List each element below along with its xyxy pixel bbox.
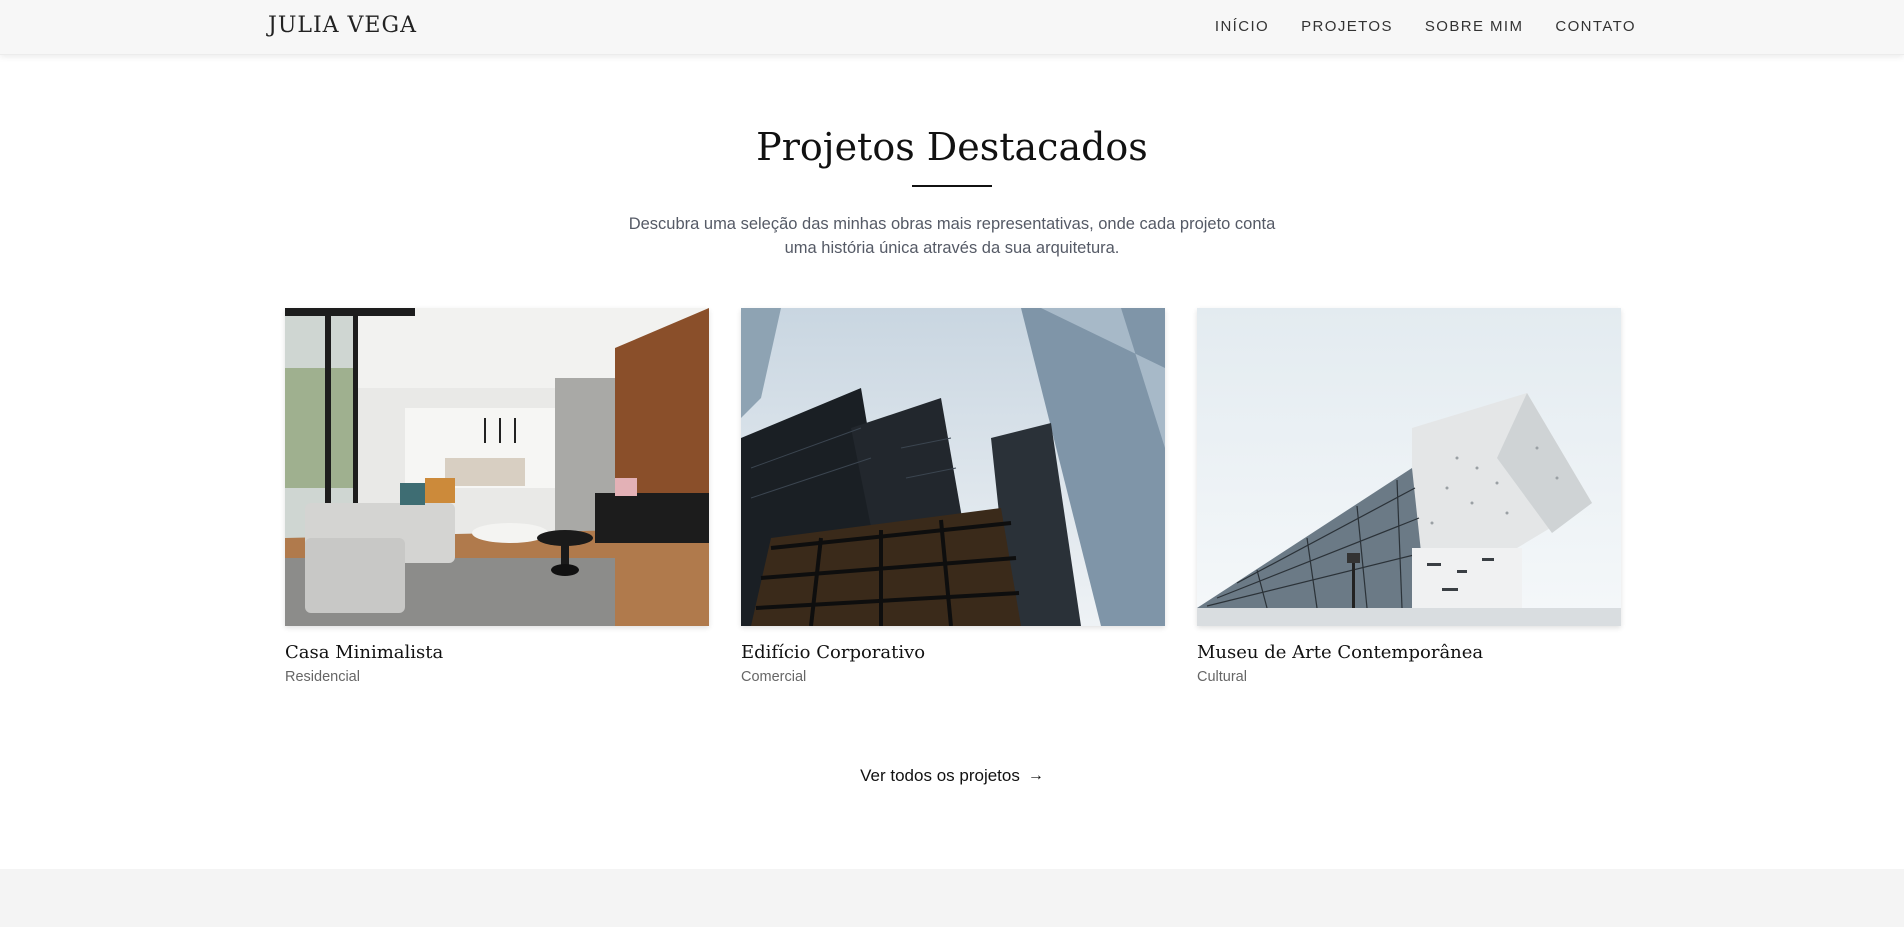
section-title: Projetos Destacados bbox=[756, 125, 1148, 169]
main-nav: INÍCIO PROJETOS SOBRE MIM CONTATO bbox=[1215, 18, 1636, 35]
project-title[interactable]: Museu de Arte Contemporânea bbox=[1197, 642, 1621, 663]
arrow-right-icon: → bbox=[1027, 767, 1044, 784]
description-line-2: uma história única através da sua arquit… bbox=[784, 239, 1120, 257]
project-title[interactable]: Casa Minimalista bbox=[285, 642, 709, 663]
section-description: Descubra uma seleção das minhas obras ma… bbox=[612, 212, 1292, 260]
project-category: Residencial bbox=[285, 669, 360, 685]
footer-section bbox=[0, 869, 1904, 927]
nav-link-inicio[interactable]: INÍCIO bbox=[1215, 18, 1269, 35]
title-divider bbox=[912, 185, 992, 187]
description-line-1: Descubra uma seleção das minhas obras ma… bbox=[628, 215, 1276, 233]
project-category: Cultural bbox=[1197, 669, 1247, 685]
view-all-projects-link[interactable]: Ver todos os projetos → bbox=[860, 766, 1044, 786]
view-all-projects-label: Ver todos os projetos bbox=[860, 766, 1020, 785]
cta-container: Ver todos os projetos → bbox=[0, 766, 1904, 786]
project-card-edificio-corporativo[interactable]: Edifício Corporativo Comercial bbox=[741, 308, 1165, 685]
site-logo[interactable]: JULIA VEGA bbox=[268, 13, 417, 38]
project-image-living-room[interactable] bbox=[285, 308, 709, 626]
project-card-casa-minimalista[interactable]: Casa Minimalista Residencial bbox=[285, 308, 709, 685]
project-card-museu-de-arte-contemporanea[interactable]: Museu de Arte Contemporânea Cultural bbox=[1197, 308, 1621, 685]
project-image-museum[interactable] bbox=[1197, 308, 1621, 626]
nav-link-contato[interactable]: CONTATO bbox=[1555, 18, 1636, 35]
nav-link-projetos[interactable]: PROJETOS bbox=[1301, 18, 1393, 35]
site-header: JULIA VEGA INÍCIO PROJETOS SOBRE MIM CON… bbox=[0, 0, 1904, 55]
nav-link-sobre-mim[interactable]: SOBRE MIM bbox=[1425, 18, 1523, 35]
project-title[interactable]: Edifício Corporativo bbox=[741, 642, 1165, 663]
project-image-skyscrapers[interactable] bbox=[741, 308, 1165, 626]
project-category: Comercial bbox=[741, 669, 807, 685]
